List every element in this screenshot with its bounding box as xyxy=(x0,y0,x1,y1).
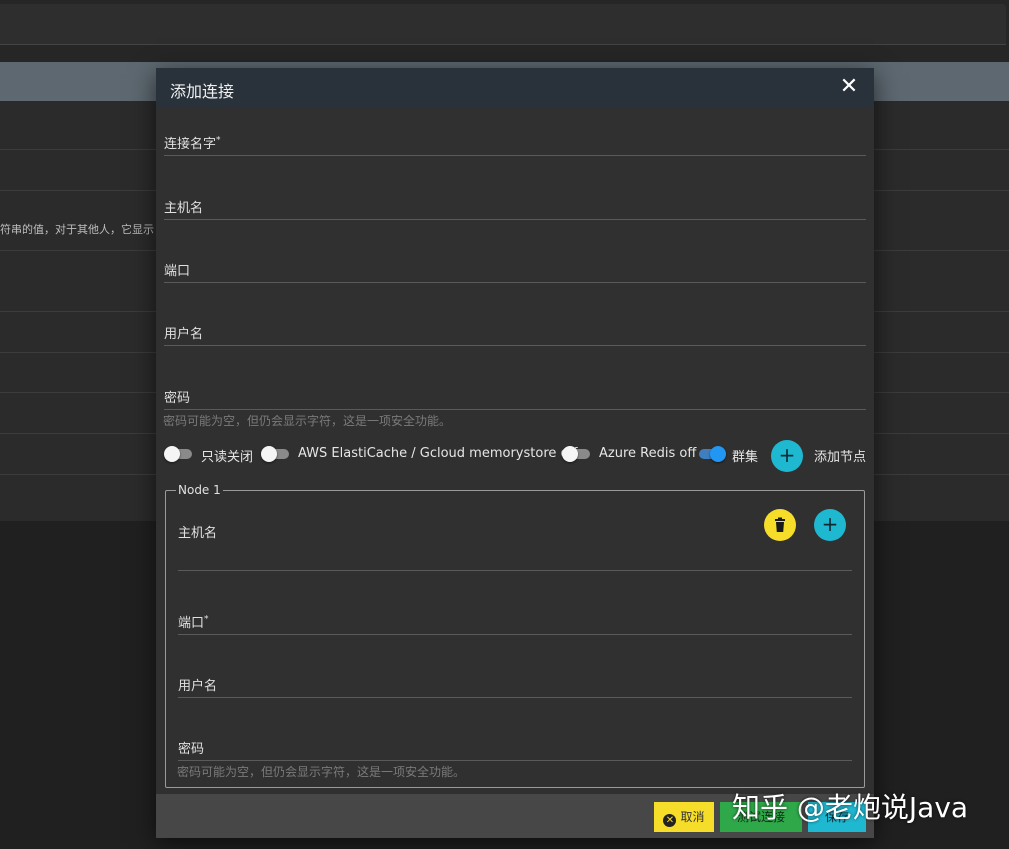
app-topbar-inner xyxy=(0,4,1006,45)
node-username-field[interactable]: 用户名 xyxy=(178,658,852,698)
field-underline xyxy=(178,760,852,761)
readonly-toggle-label: 只读关闭 xyxy=(201,450,254,465)
delete-node-button[interactable] xyxy=(764,509,796,541)
field-underline xyxy=(164,219,866,220)
field-underline xyxy=(178,570,852,571)
username-field[interactable]: 用户名 xyxy=(164,306,866,346)
field-underline xyxy=(178,697,852,698)
node-port-label: 端口* xyxy=(178,614,209,631)
field-underline xyxy=(164,409,866,410)
add-connection-dialog: 添加连接 ✕ 连接名字* 主机名 端口 用户名 密码 密码可能为空，但仍会显示字… xyxy=(156,68,874,838)
password-label: 密码 xyxy=(164,391,191,406)
node-hostname-field[interactable] xyxy=(178,531,852,571)
options-toggle-row: 只读关闭 AWS ElastiCache / Gcloud memorystor… xyxy=(164,440,876,472)
add-node-button[interactable]: + xyxy=(771,440,803,472)
node-password-label: 密码 xyxy=(178,742,205,757)
dialog-header: 添加连接 ✕ xyxy=(156,68,874,107)
password-field[interactable]: 密码 密码可能为空，但仍会显示字符，这是一项安全功能。 xyxy=(163,370,866,428)
node-fieldset: Node 1 主机名 + 端口* 用户名 密码 密码可能为空，但仍会显示字符，这… xyxy=(165,483,865,788)
cancel-button-label: 取消 xyxy=(680,810,705,824)
port-label: 端口 xyxy=(164,264,191,279)
azure-redis-toggle-label: Azure Redis off xyxy=(599,446,697,461)
field-underline xyxy=(164,155,866,156)
node-port-field[interactable]: 端口* xyxy=(178,595,852,635)
cluster-toggle-label: 群集 xyxy=(732,450,759,465)
username-label: 用户名 xyxy=(164,327,204,342)
readonly-toggle[interactable] xyxy=(164,446,192,462)
node-password-field[interactable]: 密码 密码可能为空，但仍会显示字符，这是一项安全功能。 xyxy=(177,721,852,779)
cancel-circle-icon: ✕ xyxy=(663,814,677,827)
cluster-toggle[interactable] xyxy=(697,446,726,462)
background-hint-text: 符串的值，对于其他人，它显示 xyxy=(0,223,154,236)
password-hint: 密码可能为空，但仍会显示字符，这是一项安全功能。 xyxy=(163,414,452,428)
hostname-field[interactable]: 主机名 xyxy=(164,180,866,220)
node-password-hint: 密码可能为空，但仍会显示字符，这是一项安全功能。 xyxy=(177,765,466,779)
field-underline xyxy=(178,634,852,635)
hostname-label: 主机名 xyxy=(164,201,204,216)
zhihu-watermark: 知乎 @老炮说Java xyxy=(732,791,969,824)
app-topbar xyxy=(0,0,1009,62)
field-underline xyxy=(164,345,866,346)
connection-name-label: 连接名字* xyxy=(164,135,221,152)
plus-icon: + xyxy=(821,512,839,536)
port-field[interactable]: 端口 xyxy=(164,243,866,283)
field-underline xyxy=(164,282,866,283)
azure-redis-toggle[interactable] xyxy=(562,446,590,462)
plus-icon: + xyxy=(778,443,796,467)
node-username-label: 用户名 xyxy=(178,679,218,694)
cancel-button[interactable]: ✕ 取消 xyxy=(654,802,714,832)
trash-icon xyxy=(775,517,785,532)
connection-name-field[interactable]: 连接名字* xyxy=(164,116,866,156)
aws-elasticache-toggle[interactable] xyxy=(261,446,289,462)
dialog-title: 添加连接 xyxy=(170,82,235,101)
add-node-label: 添加节点 xyxy=(814,450,867,465)
aws-elasticache-toggle-label: AWS ElastiCache / Gcloud memorystore off xyxy=(298,446,578,461)
close-button[interactable]: ✕ xyxy=(836,74,862,100)
node-legend: Node 1 xyxy=(176,483,223,497)
node-add-button[interactable]: + xyxy=(814,509,846,541)
